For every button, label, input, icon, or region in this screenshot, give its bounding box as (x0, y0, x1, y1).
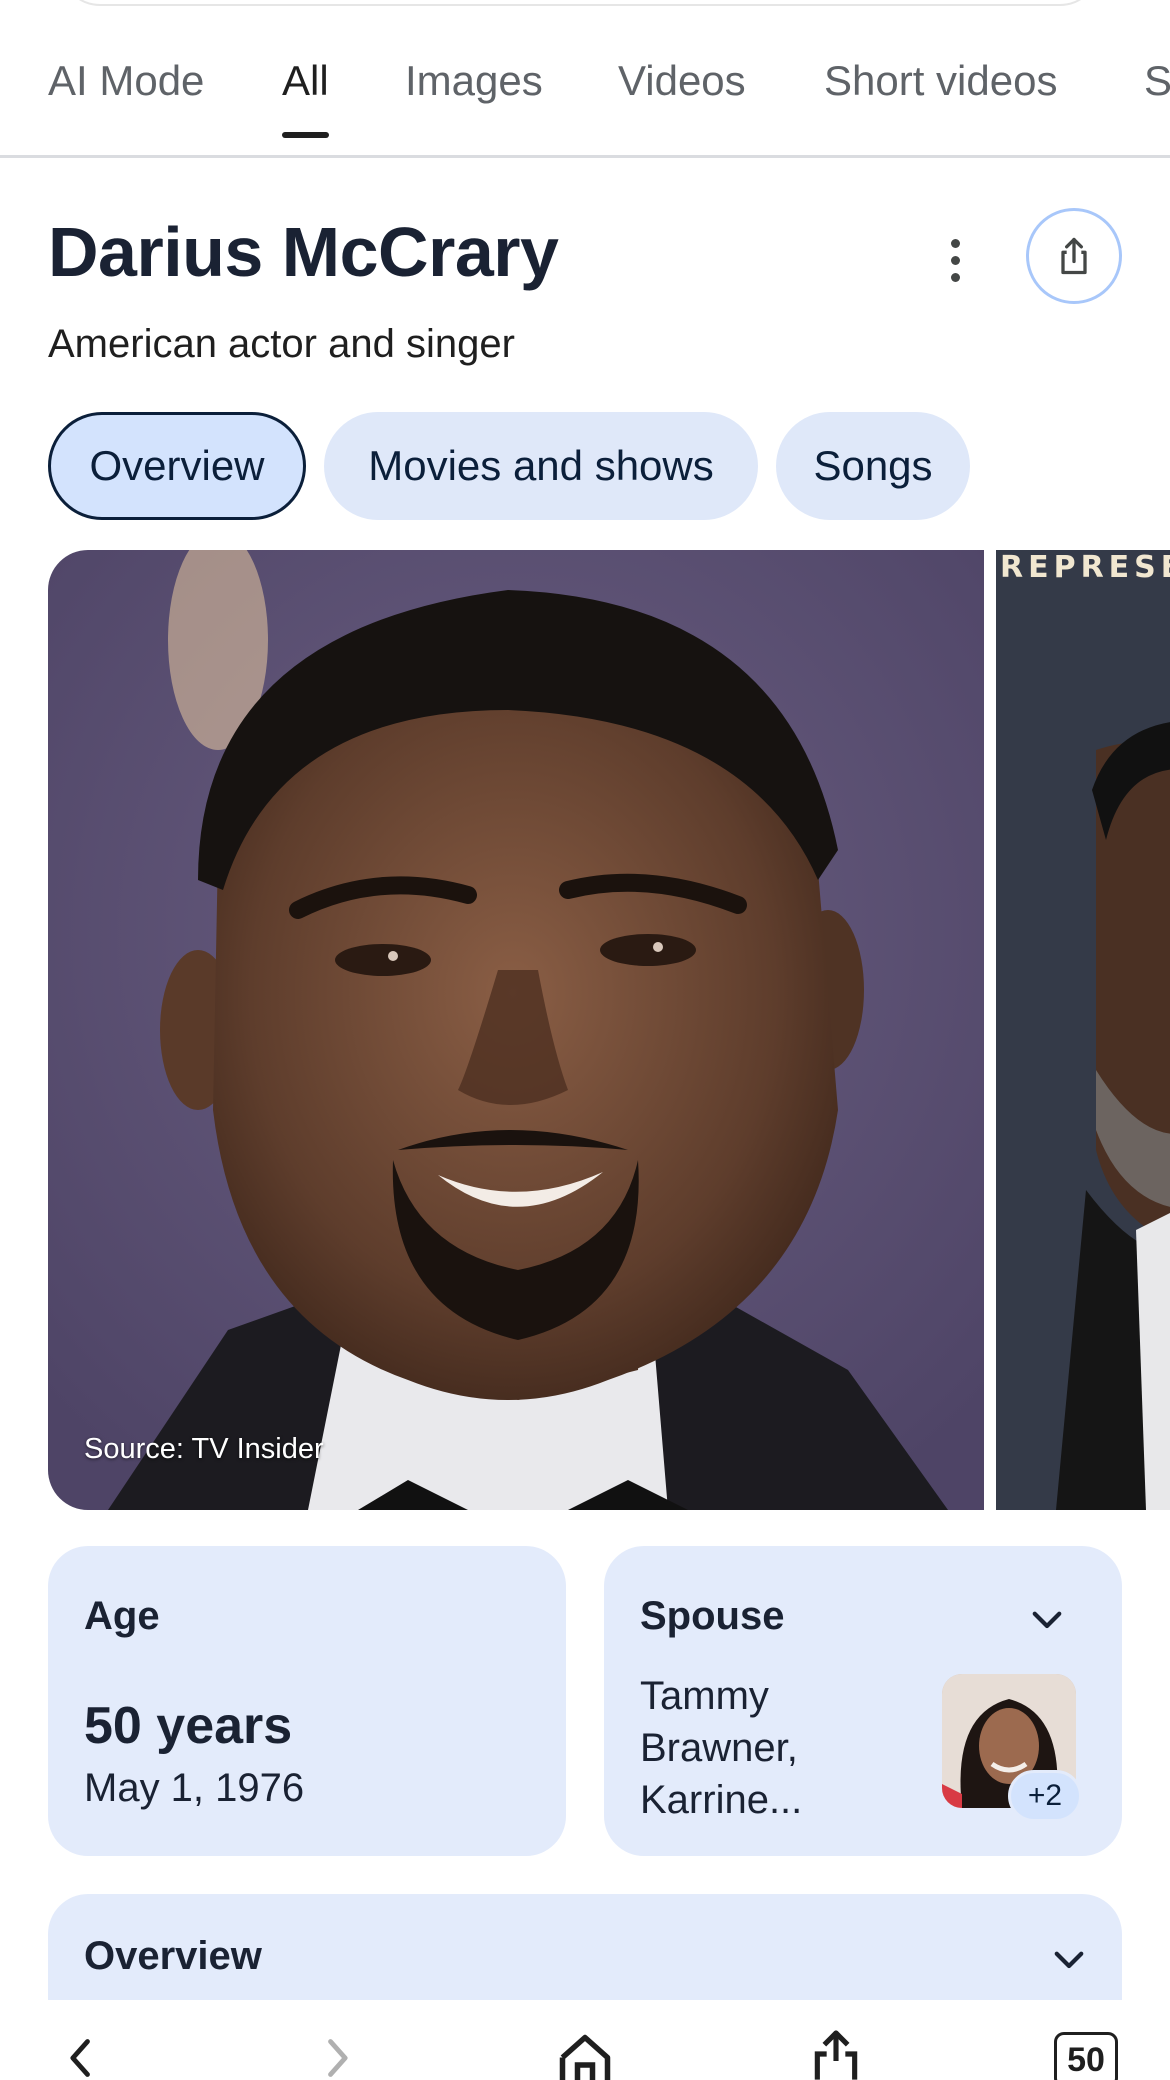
entity-main-image[interactable]: Source: TV Insider (48, 550, 984, 1510)
chip-songs[interactable]: Songs (776, 412, 970, 520)
tab-ai-mode[interactable]: AI Mode (48, 56, 204, 146)
tab-short-videos[interactable]: Short videos (824, 56, 1057, 146)
tab-count: 50 (1067, 2040, 1105, 2079)
home-icon[interactable] (555, 2030, 615, 2080)
more-vert-icon (950, 238, 960, 248)
more-options-button[interactable] (930, 230, 980, 290)
overview-label: Overview (84, 1934, 262, 1978)
share-page-icon[interactable] (808, 2028, 864, 2080)
search-bar-edge[interactable] (60, 0, 1100, 6)
share-button[interactable] (1026, 208, 1122, 304)
more-spouses-badge[interactable]: +2 (1008, 1770, 1082, 1822)
chevron-down-icon[interactable] (1048, 1938, 1090, 1980)
search-results-page: AI Mode All Images Videos Short videos S… (0, 0, 1170, 2080)
entity-subtitle: American actor and singer (48, 322, 515, 366)
portrait-illustration (48, 550, 984, 1510)
back-arrow-icon[interactable] (60, 2036, 104, 2080)
browser-bottom-bar: 50 (0, 2000, 1170, 2080)
age-label: Age (84, 1594, 160, 1638)
age-value: 50 years (84, 1697, 293, 1755)
spouse-names: Tammy Brawner, Karrine... (640, 1674, 803, 1822)
search-tabs: AI Mode All Images Videos Short videos S (0, 40, 1170, 158)
chevron-down-icon[interactable] (1026, 1598, 1068, 1640)
chip-movies-and-shows[interactable]: Movies and shows (324, 412, 758, 520)
tab-switcher-button[interactable]: 50 (1054, 2032, 1118, 2080)
tab-overflow[interactable]: S (1144, 56, 1170, 146)
portrait-illustration-2 (996, 550, 1170, 1510)
image-overlay-text: REPRESE (1000, 550, 1170, 585)
forward-arrow-icon[interactable] (314, 2036, 358, 2080)
age-card[interactable]: Age 50 years May 1, 1976 (48, 1546, 566, 1856)
spouse-card[interactable]: Spouse Tammy Brawner, Karrine... +2 (604, 1546, 1122, 1856)
tab-images[interactable]: Images (405, 56, 543, 146)
tab-videos[interactable]: Videos (618, 56, 746, 146)
tab-all[interactable]: All (282, 56, 329, 146)
spouse-label: Spouse (640, 1594, 785, 1638)
birth-date: May 1, 1976 (84, 1766, 305, 1810)
image-source-label: Source: TV Insider (84, 1433, 324, 1465)
chip-overview[interactable]: Overview (48, 412, 306, 520)
entity-second-image[interactable]: REPRESE (996, 550, 1170, 1510)
share-icon (1061, 237, 1087, 275)
entity-title: Darius McCrary (48, 213, 559, 291)
